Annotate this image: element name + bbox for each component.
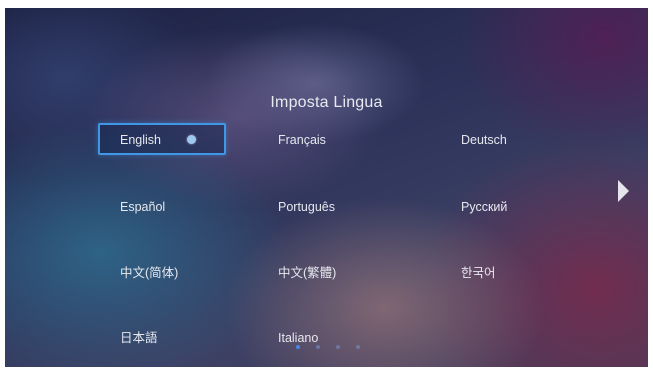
language-option-japanese[interactable]: 日本語	[98, 321, 226, 353]
language-option-chinese-simplified[interactable]: 中文(简体)	[98, 256, 226, 288]
page-dot-icon	[296, 345, 300, 349]
page-dot-icon	[316, 345, 320, 349]
page-dot-icon	[356, 345, 360, 349]
language-label: Português	[278, 200, 335, 214]
language-label: Español	[120, 200, 166, 214]
language-label: Русский	[461, 200, 508, 214]
language-label: 한국어	[461, 266, 496, 280]
language-label: Français	[278, 133, 326, 147]
language-label: Italiano	[278, 331, 319, 345]
language-option-korean[interactable]: 한국어	[439, 256, 567, 288]
language-option-french[interactable]: Français	[256, 123, 384, 155]
language-option-chinese-traditional[interactable]: 中文(繁體)	[256, 256, 384, 288]
language-label: 中文(简体)	[120, 266, 179, 280]
language-label: Deutsch	[461, 133, 507, 147]
page-title: Imposta Lingua	[270, 94, 383, 111]
language-option-german[interactable]: Deutsch	[439, 123, 567, 155]
language-label: 中文(繁體)	[278, 266, 337, 280]
language-option-english[interactable]: English	[98, 123, 226, 155]
chevron-right-icon[interactable]	[618, 180, 629, 202]
language-settings-screen: Imposta Lingua English Français Deutsch …	[5, 8, 648, 367]
language-label: English	[120, 133, 161, 147]
language-option-russian[interactable]: Русский	[439, 190, 567, 222]
page-dot-icon	[336, 345, 340, 349]
language-option-portuguese[interactable]: Português	[256, 190, 384, 222]
radio-dot-icon	[187, 135, 196, 144]
language-option-spanish[interactable]: Español	[98, 190, 226, 222]
pagination-indicator	[296, 345, 360, 349]
language-label: 日本語	[120, 331, 158, 345]
